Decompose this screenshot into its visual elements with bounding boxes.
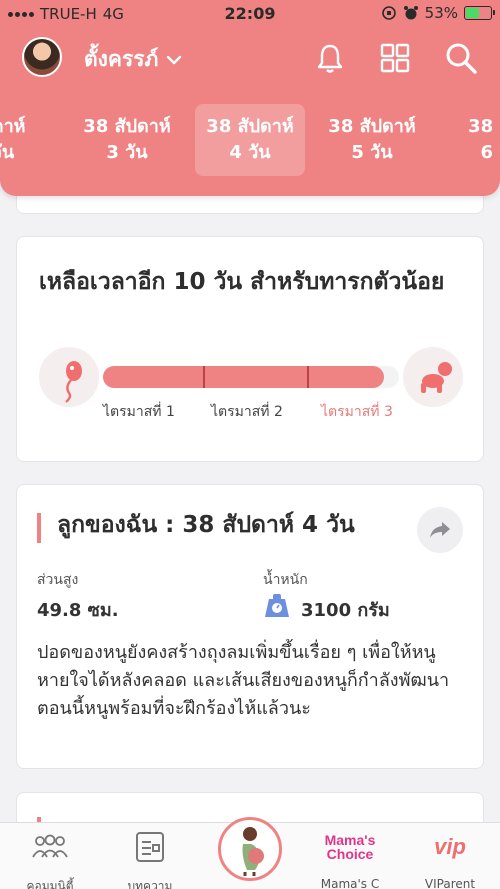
nav-articles[interactable]: บทความ [100,829,200,889]
tab-week-next[interactable]: 38 สัปดาห์ 5 วัน [317,104,427,176]
status-bar: TRUE-H 4G 22:09 53% [0,0,500,28]
mamas-choice-logo: Mama's Choice [300,829,400,865]
notification-button[interactable] [312,40,348,76]
tab-week-label: ปดาห์ [0,116,26,137]
nav-mamas-choice[interactable]: Mama's Choice Mama's C [300,829,400,889]
trimester-divider [203,366,205,388]
pregnancy-progress-bar [103,366,399,388]
bell-icon [317,44,343,73]
top-bar: ตั้งครรภ์ [0,30,500,86]
tab-week-prev-2[interactable]: ปดาห์ วัน [0,104,58,176]
vip-logo: vip [400,829,500,865]
tab-week-label: 38 สัปดาห์ [206,116,294,137]
community-icon [32,834,68,858]
search-button[interactable] [443,40,479,76]
nav-community[interactable]: คอมมูนิตี้ [0,829,100,889]
battery-percent: 53% [424,4,458,22]
nav-label: คอมมูนิตี้ [26,879,74,889]
tab-day-label: 5 วัน [351,142,393,163]
trimester-label-3: ไตรมาสที่ 3 [321,404,393,420]
tab-day-label: วัน [0,142,15,163]
share-icon [430,522,450,538]
nav-label: บทความ [127,879,173,889]
avatar[interactable] [22,37,62,77]
tab-day-label: 4 วัน [229,142,271,163]
tab-day-label: 6 วั [480,142,500,163]
weight-label: น้ำหนัก [263,572,308,588]
countdown-card: เหลือเวลาอีก 10 วัน สำหรับทารกตัวน้อย ไต… [16,236,484,462]
logo-top: Mama's [324,832,376,848]
article-icon [136,832,164,862]
scale-icon [263,591,291,619]
username-label: ตั้งครรภ์ [84,47,159,71]
share-button[interactable] [417,507,463,553]
week-tabs: ปดาห์ วัน 38 สัปดาห์ 3 วัน 38 สัปดาห์ 4 … [0,102,500,178]
logo-bottom: Choice [326,846,374,862]
nav-viparent[interactable]: vip VIParent [400,829,500,889]
alarm-icon [403,6,418,20]
baby-description: ปอดของหนูยังคงสร้างถุงลมเพิ่มขึ้นเรื่อย … [37,642,450,719]
tab-week-label: 38 สัปดาห์ [83,116,171,137]
trimester-label-2: ไตรมาสที่ 2 [211,404,283,420]
height-value: 49.8 ซม. [37,600,119,621]
section-accent-bar [37,513,41,543]
tab-week-current[interactable]: 38 สัปดาห์ 4 วัน [195,104,305,176]
trimester-label-1: ไตรมาสที่ 1 [103,404,175,420]
tab-day-label: 3 วัน [106,142,148,163]
trimester-divider [307,366,309,388]
grid-icon [380,43,410,73]
tab-week-prev[interactable]: 38 สัปดาห์ 3 วัน [72,104,182,176]
baby-heading: ลูกของฉัน : 38 สัปดาห์ 4 วัน [57,512,355,538]
baby-info-card: ลูกของฉัน : 38 สัปดาห์ 4 วัน ส่วนสูง 49.… [16,484,484,769]
tab-week-next-2[interactable]: 38 สัป 6 วั [440,104,500,176]
nav-label: Mama's C [320,877,380,889]
countdown-title: เหลือเวลาอีก 10 วัน สำหรับทารกตัวน้อย [39,269,445,295]
weight-value: 3100 กรัม [301,600,390,621]
battery-icon [464,6,495,20]
tab-week-label: 38 สัปดาห์ [328,116,416,137]
sperm-icon [39,347,99,407]
pregnancy-icon [242,827,264,876]
bottom-nav: คอมมูนิตี้ บทความ Mama's Choice Mama's C… [0,817,500,889]
status-right: 53% [381,4,495,22]
rotation-lock-icon [381,6,396,20]
app-header: TRUE-H 4G 22:09 53% ตั้งครรภ์ ปดาห์ วั [0,0,500,196]
chevron-down-icon [167,55,182,64]
vip-logo-text: vip [434,834,466,859]
nav-pregnancy-home[interactable] [218,817,282,881]
profile-switcher[interactable]: ตั้งครรภ์ [84,43,182,76]
menu-grid-button[interactable] [377,40,413,76]
previous-card-edge [16,196,484,214]
tab-week-label: 38 สัป [468,116,500,137]
height-label: ส่วนสูง [37,572,79,588]
search-icon [446,43,477,74]
progress-fill [103,366,385,388]
nav-label: VIParent [424,877,476,889]
baby-crawling-icon [403,347,463,407]
